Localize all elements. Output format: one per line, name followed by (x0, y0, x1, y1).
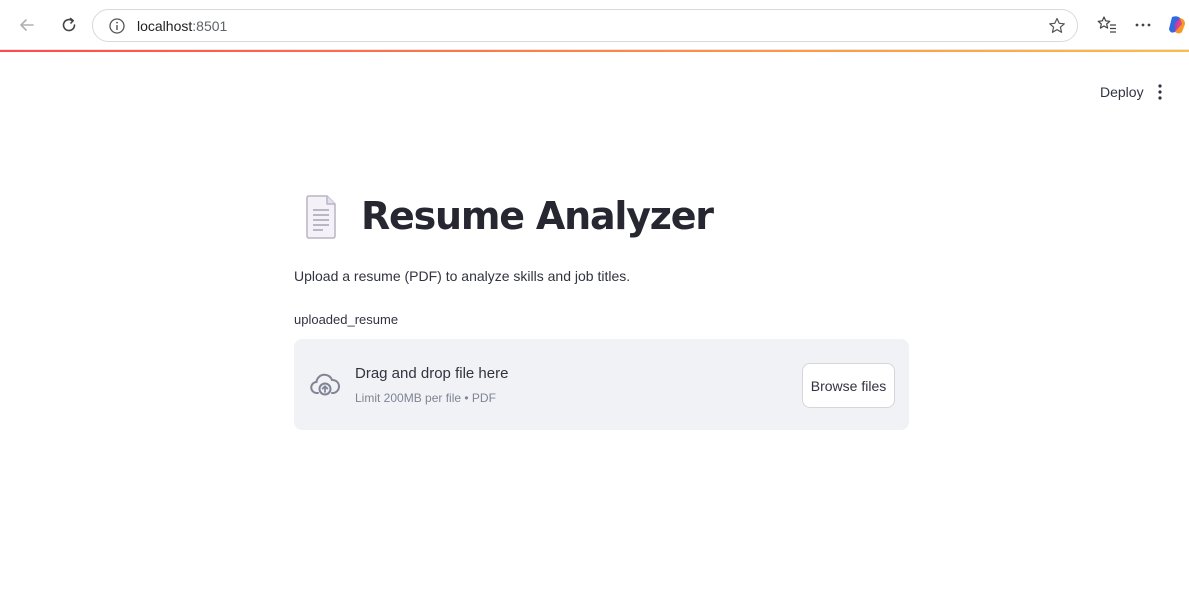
uploader-label: uploaded_resume (294, 312, 399, 327)
address-bar[interactable]: localhost:8501 (92, 9, 1078, 42)
kebab-menu-icon[interactable] (1152, 82, 1168, 102)
document-icon (301, 190, 341, 242)
browse-files-button[interactable]: Browse files (802, 363, 895, 408)
info-icon[interactable] (108, 17, 126, 35)
dropzone-subtitle: Limit 200MB per file • PDF (355, 391, 496, 405)
main-content: Resume Analyzer Upload a resume (PDF) to… (294, 180, 909, 430)
url-port: :8501 (192, 18, 228, 34)
copilot-icon[interactable] (1166, 14, 1188, 36)
dropzone-title: Drag and drop file here (355, 365, 509, 382)
more-icon[interactable] (1132, 14, 1154, 36)
cloud-upload-icon (310, 372, 340, 398)
page-title: Resume Analyzer (361, 194, 714, 238)
title-row: Resume Analyzer (294, 180, 909, 252)
reload-icon[interactable] (58, 14, 80, 36)
description-text: Upload a resume (PDF) to analyze skills … (294, 268, 631, 284)
dropzone-text: Drag and drop file here Limit 200MB per … (355, 365, 508, 405)
file-dropzone[interactable]: Drag and drop file here Limit 200MB per … (294, 339, 909, 430)
url-text[interactable]: localhost:8501 (137, 18, 227, 34)
deploy-button[interactable]: Deploy (1092, 80, 1152, 104)
accent-line (0, 50, 1189, 52)
star-icon[interactable] (1047, 16, 1067, 36)
browser-toolbar: localhost:8501 (0, 0, 1189, 50)
favorites-icon[interactable] (1096, 14, 1118, 36)
url-host: localhost (137, 18, 193, 34)
back-arrow-icon[interactable] (16, 14, 38, 36)
